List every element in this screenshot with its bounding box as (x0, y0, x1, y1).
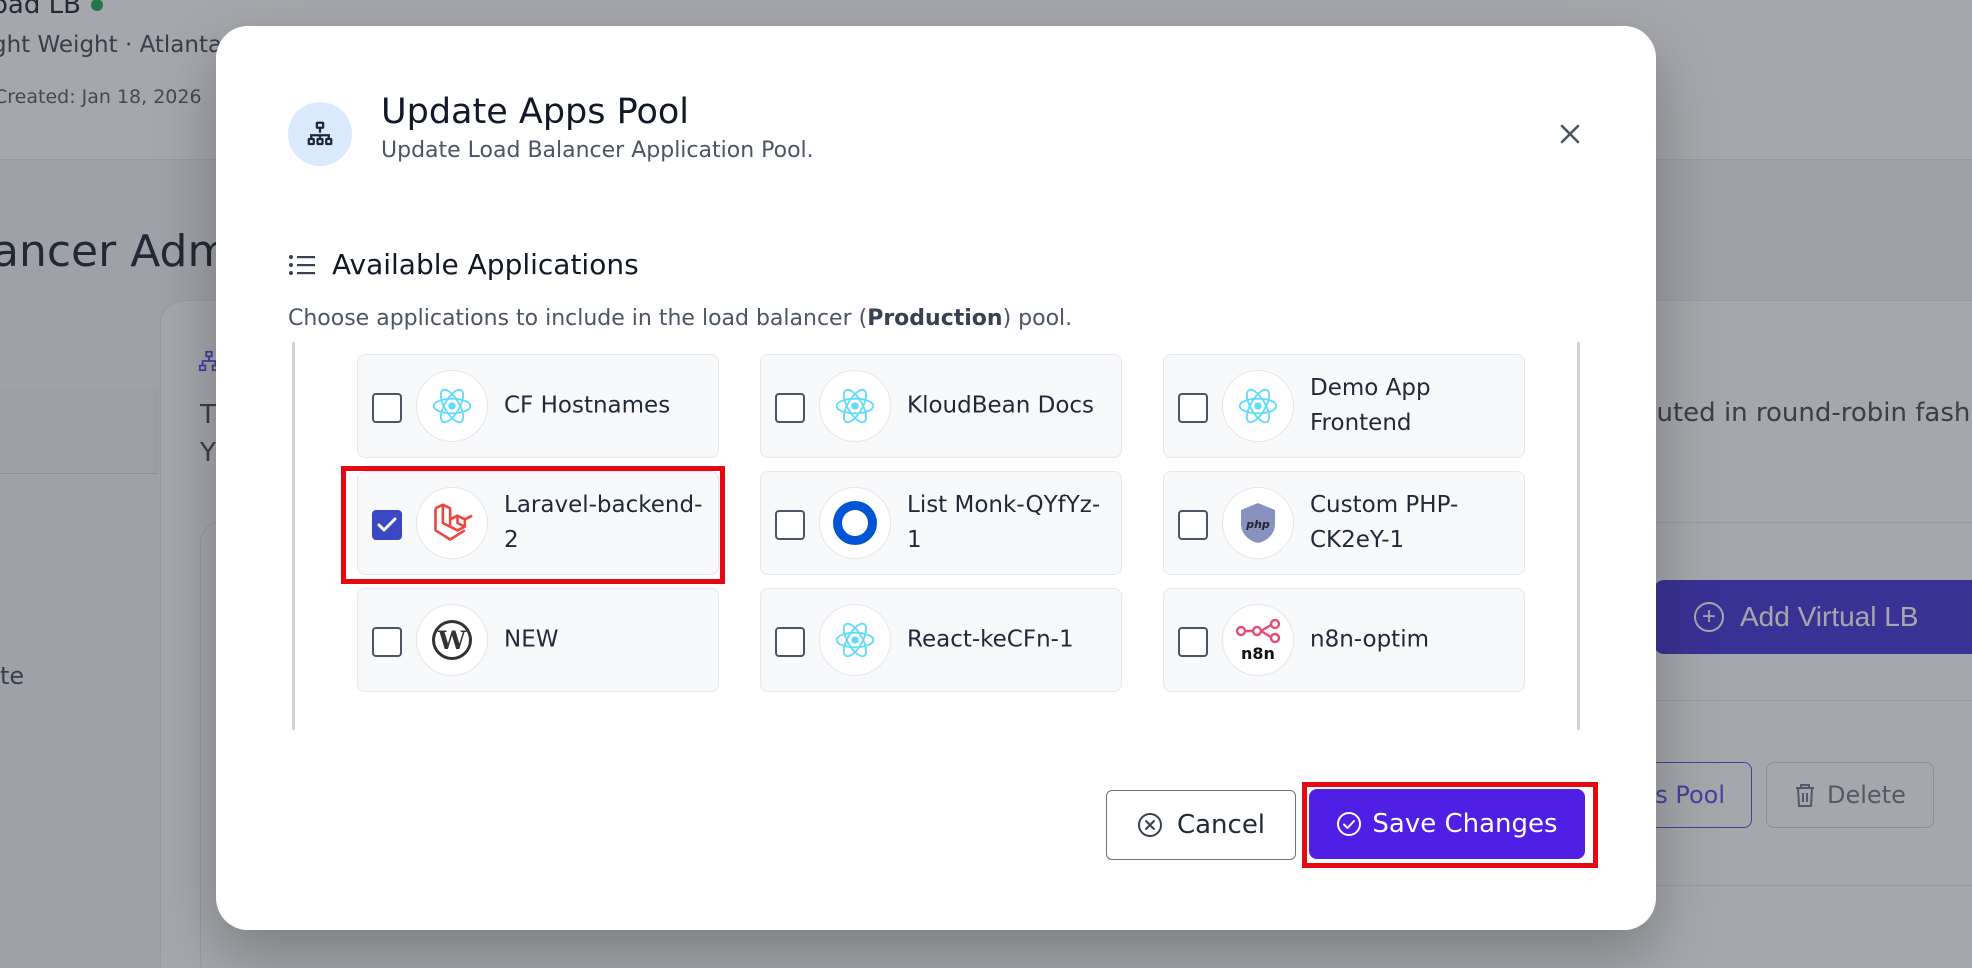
app-card[interactable]: React-keCFn-1 (760, 588, 1122, 692)
php-icon: php (1222, 487, 1294, 559)
react-icon (819, 370, 891, 442)
svg-text:n8n: n8n (1241, 644, 1275, 663)
app-checkbox[interactable] (1178, 627, 1208, 657)
app-name: Laravel-backend-2 (504, 492, 703, 553)
list-icon (289, 254, 315, 275)
save-changes-button[interactable]: Save Changes (1309, 789, 1585, 859)
app-checkbox[interactable] (372, 627, 402, 657)
app-checkbox[interactable] (1178, 510, 1208, 540)
update-apps-pool-modal: Update Apps Pool Update Load Balancer Ap… (216, 26, 1656, 930)
app-card[interactable]: php Custom PHP-CK2eY-1 (1163, 471, 1525, 575)
app-name: List Monk-QYfYz-1 (907, 492, 1101, 553)
app-name: NEW (504, 626, 559, 653)
app-name: KloudBean Docs (907, 392, 1095, 419)
close-button[interactable] (1554, 118, 1586, 150)
svg-text:php: php (1245, 518, 1270, 531)
react-icon (1222, 370, 1294, 442)
app-card[interactable]: W NEW (357, 588, 719, 692)
app-card[interactable]: KloudBean Docs (760, 354, 1122, 458)
react-icon (416, 370, 488, 442)
app-name: Custom PHP-CK2eY-1 (1310, 492, 1459, 553)
app-card[interactable]: Demo App Frontend (1163, 354, 1525, 458)
app-checkbox[interactable] (1178, 393, 1208, 423)
app-checkbox[interactable] (775, 627, 805, 657)
cancel-button[interactable]: Cancel (1106, 790, 1296, 860)
checkmark-icon (377, 517, 397, 532)
listmonk-icon (819, 487, 891, 559)
app-card[interactable]: CF Hostnames (357, 354, 719, 458)
section-header: Available Applications (288, 248, 639, 281)
wordpress-icon: W (416, 604, 488, 676)
sitemap-icon (288, 102, 352, 166)
app-checkbox[interactable] (775, 393, 805, 423)
environment-name: Production (867, 306, 1003, 331)
section-description: Choose applications to include in the lo… (288, 306, 1073, 331)
app-card[interactable]: n8n n8n-optim (1163, 588, 1525, 692)
modal-subtitle: Update Load Balancer Application Pool. (381, 138, 814, 163)
laravel-icon (416, 487, 488, 559)
section-title: Available Applications (332, 248, 639, 281)
app-checkbox[interactable] (775, 510, 805, 540)
app-name: CF Hostnames (504, 392, 671, 419)
check-circle-icon (1337, 812, 1362, 836)
applications-list[interactable]: CF Hostnames KloudBean Docs Demo App Fro… (292, 342, 1580, 730)
app-checkbox[interactable] (372, 393, 402, 423)
react-icon (819, 604, 891, 676)
n8n-icon: n8n (1222, 604, 1294, 676)
app-checkbox-checked[interactable] (372, 510, 402, 540)
app-name: n8n-optim (1310, 626, 1429, 653)
app-name: React-keCFn-1 (907, 626, 1074, 653)
cancel-circle-icon (1137, 813, 1162, 837)
app-name: Demo App Frontend (1310, 375, 1431, 436)
app-card[interactable]: List Monk-QYfYz-1 (760, 471, 1122, 575)
close-icon (1560, 124, 1580, 144)
svg-text:W: W (437, 626, 467, 655)
modal-title: Update Apps Pool (381, 92, 690, 132)
app-card[interactable]: Laravel-backend-2 (357, 471, 719, 575)
